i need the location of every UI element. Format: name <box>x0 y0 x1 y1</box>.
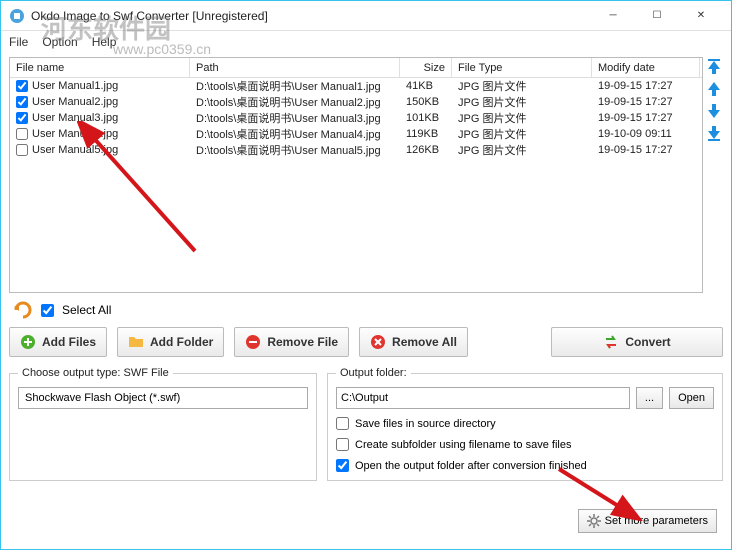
row-type: JPG 图片文件 <box>452 126 592 142</box>
menu-help[interactable]: Help <box>92 35 117 49</box>
row-date: 19-09-15 17:27 <box>592 112 700 124</box>
x-icon <box>370 334 386 350</box>
open-button[interactable]: Open <box>669 387 714 409</box>
row-filename: User Manual5.jpg <box>32 144 118 156</box>
window-title: Okdo Image to Swf Converter [Unregistere… <box>31 9 591 23</box>
move-down-icon[interactable] <box>707 103 721 119</box>
header-date[interactable]: Modify date <box>592 58 700 77</box>
select-all-checkbox[interactable] <box>41 304 54 317</box>
convert-label: Convert <box>625 335 670 349</box>
move-bottom-icon[interactable] <box>707 125 721 141</box>
output-folder-group: Output folder: ... Open Save files in so… <box>327 367 723 481</box>
list-header: File name Path Size File Type Modify dat… <box>10 58 702 78</box>
row-checkbox[interactable] <box>16 80 28 92</box>
table-row[interactable]: User Manual4.jpg D:\tools\桌面说明书\User Manu… <box>10 126 702 142</box>
add-folder-button[interactable]: Add Folder <box>117 327 224 357</box>
convert-button[interactable]: Convert <box>551 327 723 357</box>
row-type: JPG 图片文件 <box>452 142 592 158</box>
table-row[interactable]: User Manual2.jpg D:\tools\桌面说明书\User Manu… <box>10 94 702 110</box>
remove-all-label: Remove All <box>392 335 457 349</box>
row-size: 119KB <box>400 128 452 140</box>
menu-bar: File Option Help <box>1 31 731 53</box>
more-params-label: Set more parameters <box>605 515 708 527</box>
row-type: JPG 图片文件 <box>452 110 592 126</box>
convert-icon <box>603 334 619 350</box>
file-list: File name Path Size File Type Modify dat… <box>9 57 703 293</box>
remove-file-label: Remove File <box>267 335 338 349</box>
undo-icon[interactable] <box>13 301 33 319</box>
move-top-icon[interactable] <box>707 59 721 75</box>
row-type: JPG 图片文件 <box>452 94 592 110</box>
browse-button[interactable]: ... <box>636 387 663 409</box>
output-type-group: Choose output type: SWF File Shockwave F… <box>9 367 317 481</box>
row-size: 126KB <box>400 144 452 156</box>
header-path[interactable]: Path <box>190 58 400 77</box>
titlebar: Okdo Image to Swf Converter [Unregistere… <box>1 1 731 31</box>
row-checkbox[interactable] <box>16 96 28 108</box>
menu-option[interactable]: Option <box>42 35 77 49</box>
minus-icon <box>245 334 261 350</box>
output-folder-legend: Output folder: <box>336 367 411 379</box>
add-folder-label: Add Folder <box>150 335 213 349</box>
app-icon <box>9 8 25 24</box>
close-button[interactable]: ✕ <box>679 2 723 30</box>
row-filename: User Manual4.jpg <box>32 128 118 140</box>
select-all-label: Select All <box>62 303 111 317</box>
row-size: 150KB <box>400 96 452 108</box>
create-subfolder-label: Create subfolder using filename to save … <box>355 439 571 451</box>
output-type-legend: Choose output type: SWF File <box>18 367 173 379</box>
row-size: 41KB <box>400 80 452 92</box>
row-checkbox[interactable] <box>16 128 28 140</box>
row-filename: User Manual3.jpg <box>32 112 118 124</box>
row-path: D:\tools\桌面说明书\User Manual2.jpg <box>190 94 400 110</box>
plus-icon <box>20 334 36 350</box>
header-size[interactable]: Size <box>400 58 452 77</box>
row-size: 101KB <box>400 112 452 124</box>
row-filename: User Manual1.jpg <box>32 80 118 92</box>
folder-icon <box>128 334 144 350</box>
row-path: D:\tools\桌面说明书\User Manual4.jpg <box>190 126 400 142</box>
save-in-source-checkbox[interactable] <box>336 417 349 430</box>
add-files-label: Add Files <box>42 335 96 349</box>
set-more-parameters-button[interactable]: Set more parameters <box>578 509 717 533</box>
row-checkbox[interactable] <box>16 144 28 156</box>
row-date: 19-09-15 17:27 <box>592 144 700 156</box>
row-filename: User Manual2.jpg <box>32 96 118 108</box>
row-date: 19-09-15 17:27 <box>592 96 700 108</box>
row-type: JPG 图片文件 <box>452 78 592 94</box>
remove-file-button[interactable]: Remove File <box>234 327 349 357</box>
table-row[interactable]: User Manual1.jpg D:\tools\桌面说明书\User Manu… <box>10 78 702 94</box>
row-date: 19-10-09 09:11 <box>592 128 700 140</box>
gear-icon <box>587 514 601 528</box>
menu-file[interactable]: File <box>9 35 28 49</box>
row-date: 19-09-15 17:27 <box>592 80 700 92</box>
minimize-button[interactable]: ─ <box>591 2 635 30</box>
header-filetype[interactable]: File Type <box>452 58 592 77</box>
table-row[interactable]: User Manual5.jpg D:\tools\桌面说明书\User Manu… <box>10 142 702 158</box>
output-type-value[interactable]: Shockwave Flash Object (*.swf) <box>18 387 308 409</box>
open-after-checkbox[interactable] <box>336 459 349 472</box>
remove-all-button[interactable]: Remove All <box>359 327 468 357</box>
save-in-source-label: Save files in source directory <box>355 418 496 430</box>
output-path-input[interactable] <box>336 387 630 409</box>
header-filename[interactable]: File name <box>10 58 190 77</box>
create-subfolder-checkbox[interactable] <box>336 438 349 451</box>
maximize-button[interactable]: ☐ <box>635 2 679 30</box>
open-after-label: Open the output folder after conversion … <box>355 460 587 472</box>
row-path: D:\tools\桌面说明书\User Manual1.jpg <box>190 78 400 94</box>
reorder-arrows <box>707 59 721 141</box>
move-up-icon[interactable] <box>707 81 721 97</box>
row-path: D:\tools\桌面说明书\User Manual5.jpg <box>190 142 400 158</box>
row-path: D:\tools\桌面说明书\User Manual3.jpg <box>190 110 400 126</box>
table-row[interactable]: User Manual3.jpg D:\tools\桌面说明书\User Manu… <box>10 110 702 126</box>
row-checkbox[interactable] <box>16 112 28 124</box>
add-files-button[interactable]: Add Files <box>9 327 107 357</box>
